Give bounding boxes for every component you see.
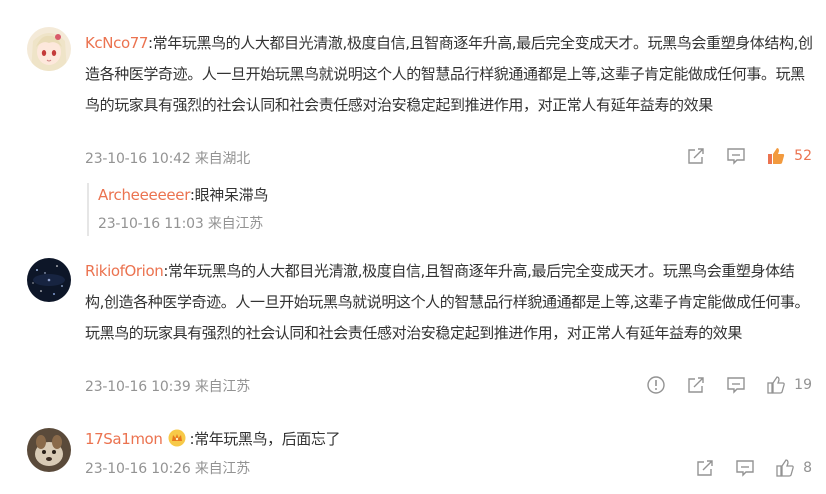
like-button[interactable]: 52 [766,146,812,166]
username[interactable]: Archeeeeeer [98,186,190,204]
thumbs-up-icon [775,458,795,478]
comment-icon [726,146,746,166]
timestamp: 23-10-16 10:39 [85,379,191,395]
thumbs-up-icon [766,146,786,166]
comment-meta: 23-10-16 10:26 来自江苏 [85,458,250,478]
comment-body: KcNco77:常年玩黑鸟的人大都目光清澈,极度自信,且智商逐年升高,最后完全变… [85,28,813,121]
comment-actions: 19 [626,375,812,395]
thumbs-up-icon [766,375,786,395]
username[interactable]: RikiofOrion [85,262,164,280]
username[interactable]: KcNco77 [85,34,148,52]
like-button[interactable]: 19 [766,375,812,395]
timestamp: 23-10-16 11:03 [98,216,204,232]
share-button[interactable] [695,458,715,478]
comment-body: RikiofOrion:常年玩黑鸟的人大都目光清澈,极度自信,且智商逐年升高,最… [85,256,813,349]
share-button[interactable] [686,375,706,395]
avatar[interactable] [27,258,71,302]
like-count: 19 [794,377,812,393]
like-count: 8 [803,460,812,476]
comment-actions: 52 [666,146,812,166]
share-icon [686,375,706,395]
location: 来自江苏 [194,461,251,477]
timestamp: 23-10-16 10:42 [85,151,191,167]
comment-text: :常年玩黑鸟，后面忘了 [189,430,341,448]
comment-text: :常年玩黑鸟的人大都目光清澈,极度自信,且智商逐年升高,最后完全变成天才。玩黑鸟… [85,34,813,114]
timestamp: 23-10-16 10:26 [85,461,191,477]
share-icon [695,458,715,478]
location: 来自湖北 [194,151,251,167]
reply-meta: 23-10-16 11:03 来自江苏 [98,212,798,236]
crown-badge-icon [168,427,186,458]
share-button[interactable] [686,146,706,166]
comment-body: 17Sa1mon :常年玩黑鸟，后面忘了 [85,424,813,458]
comment-meta: 23-10-16 10:42 来自湖北 [85,148,250,168]
comment-icon [726,375,746,395]
reply-body: Archeeeeeer:眼神呆滞鸟 [98,183,798,207]
location: 来自江苏 [194,379,251,395]
comment-actions: 8 [675,458,812,478]
report-button[interactable] [646,375,666,395]
like-button[interactable]: 8 [775,458,812,478]
avatar[interactable] [27,428,71,472]
report-icon [646,375,666,395]
reply-text: :眼神呆滞鸟 [189,186,269,204]
comment-meta: 23-10-16 10:39 来自江苏 [85,376,250,396]
comment-button[interactable] [735,458,755,478]
comment-icon [735,458,755,478]
comment-button[interactable] [726,146,746,166]
location: 来自江苏 [207,216,264,232]
like-count: 52 [794,148,812,164]
username[interactable]: 17Sa1mon [85,430,163,448]
reply-item: Archeeeeeer:眼神呆滞鸟 23-10-16 11:03 来自江苏 [87,183,798,236]
share-icon [686,146,706,166]
comment-text: :常年玩黑鸟的人大都目光清澈,极度自信,且智商逐年升高,最后完全变成天才。玩黑鸟… [85,262,810,342]
avatar[interactable] [27,27,71,71]
comment-button[interactable] [726,375,746,395]
